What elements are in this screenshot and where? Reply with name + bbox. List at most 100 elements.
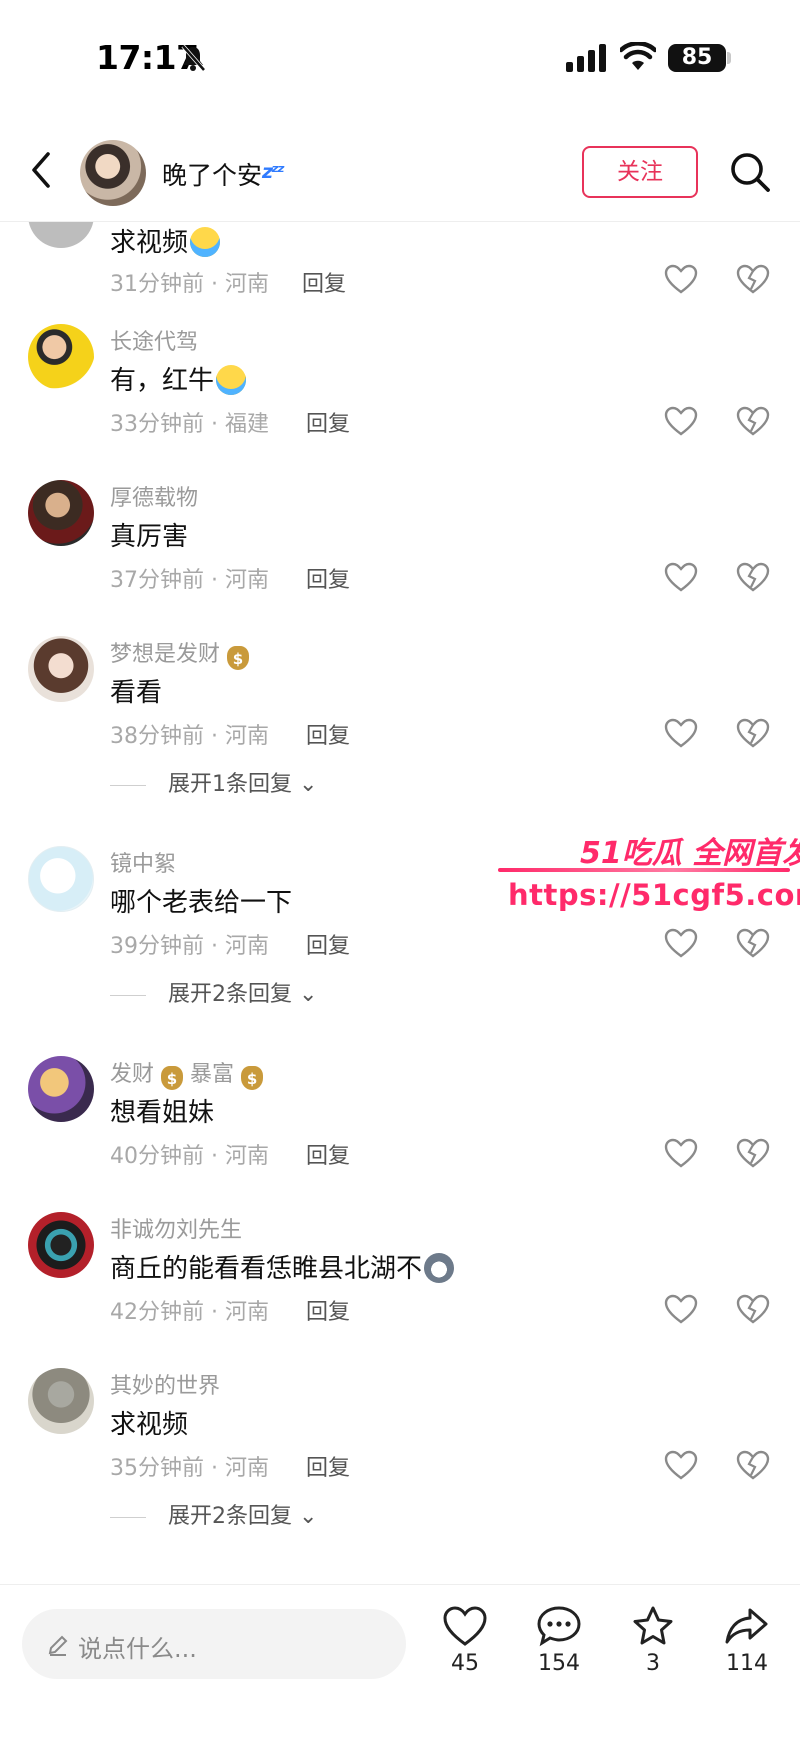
- commenter-name-part: 暴富: [190, 1062, 235, 1087]
- wifi-icon: [620, 42, 656, 70]
- comment-text[interactable]: 求视频: [110, 1404, 188, 1441]
- reply-button[interactable]: 回复: [306, 718, 350, 750]
- dislike-heart-icon[interactable]: [736, 264, 770, 294]
- commenter-name[interactable]: 发财 $ 暴富 $: [110, 1056, 264, 1090]
- reply-button[interactable]: 回复: [306, 1450, 350, 1482]
- reply-button[interactable]: 回复: [306, 1138, 350, 1170]
- comment-time-location: 42分钟前 · 河南: [110, 1300, 269, 1325]
- comment-time-location: 35分钟前 · 河南: [110, 1456, 269, 1481]
- comment-text[interactable]: 有，红牛: [110, 360, 247, 397]
- comment-bubble-icon: [537, 1606, 581, 1647]
- comment-time-location: 38分钟前 · 河南: [110, 724, 269, 749]
- heart-icon[interactable]: [664, 562, 698, 592]
- star-icon: [633, 1606, 673, 1645]
- reply-button[interactable]: 回复: [306, 562, 350, 594]
- heart-icon[interactable]: [664, 264, 698, 294]
- commenter-avatar[interactable]: [28, 846, 94, 912]
- comment-text-content: 有，红牛: [110, 366, 215, 396]
- comment-time-location: 33分钟前 · 福建: [110, 412, 269, 437]
- dislike-heart-icon[interactable]: [736, 1294, 770, 1324]
- laughing-emoji: [216, 365, 247, 395]
- watermark-url: https://51cgf5.com: [508, 878, 800, 912]
- share-button[interactable]: 114: [712, 1605, 782, 1695]
- reply-button[interactable]: 回复: [306, 928, 350, 960]
- expand-divider: [110, 994, 146, 996]
- reply-button[interactable]: 回复: [306, 1294, 350, 1326]
- commenter-name[interactable]: 梦想是发财 $: [110, 636, 250, 670]
- comment-time-location: 39分钟前 · 河南: [110, 934, 269, 959]
- like-button[interactable]: 45: [430, 1605, 500, 1695]
- commenter-name-part: 发财: [110, 1062, 155, 1087]
- dislike-heart-icon[interactable]: [736, 406, 770, 436]
- heart-icon[interactable]: [664, 1138, 698, 1168]
- watermark-underline: [498, 868, 790, 872]
- money-bag-icon: $: [161, 1066, 184, 1090]
- commenter-name[interactable]: 长途代驾: [110, 324, 198, 356]
- author-name[interactable]: 晚了个安zᶻᶻ: [162, 156, 285, 192]
- comment-text[interactable]: 哪个老表给一下: [110, 882, 292, 919]
- heart-icon[interactable]: [664, 1450, 698, 1480]
- author-avatar[interactable]: [80, 140, 146, 206]
- comment-text[interactable]: 商丘的能看看恁睢县北湖不: [110, 1248, 455, 1285]
- favorite-button[interactable]: 3: [618, 1605, 688, 1695]
- expand-replies-button[interactable]: 展开1条回复 ⌄: [110, 766, 317, 798]
- comment-text[interactable]: 求视频: [110, 222, 221, 259]
- commenter-name[interactable]: 厚德载物: [110, 480, 198, 512]
- heart-icon[interactable]: [664, 1294, 698, 1324]
- expand-label: 展开2条回复: [168, 982, 292, 1007]
- follow-button[interactable]: 关注: [582, 146, 698, 198]
- pen-icon: [48, 1635, 68, 1656]
- comment-text[interactable]: 看看: [110, 672, 162, 709]
- search-icon[interactable]: [728, 150, 772, 194]
- commenter-name[interactable]: 非诚勿刘先生: [110, 1212, 242, 1244]
- dislike-heart-icon[interactable]: [736, 1450, 770, 1480]
- comment-time-location: 37分钟前 · 河南: [110, 568, 269, 593]
- heart-icon[interactable]: [664, 718, 698, 748]
- crying-emoji: [190, 227, 221, 257]
- comment-text[interactable]: 想看姐妹: [110, 1092, 214, 1129]
- bottom-action-bar: 说点什么... 45 154 3 114: [0, 1584, 800, 1738]
- commenter-avatar[interactable]: [28, 1368, 94, 1434]
- dislike-heart-icon[interactable]: [736, 562, 770, 592]
- reply-button[interactable]: 回复: [302, 266, 346, 298]
- reply-button[interactable]: 回复: [306, 406, 350, 438]
- money-bag-icon: $: [241, 1066, 264, 1090]
- back-arrow-icon[interactable]: [26, 150, 56, 190]
- cellular-signal-icon: [566, 44, 606, 72]
- dislike-heart-icon[interactable]: [736, 1138, 770, 1168]
- commenter-avatar[interactable]: [28, 1212, 94, 1278]
- sleep-emoji: zᶻᶻ: [262, 161, 285, 183]
- commenter-avatar[interactable]: [28, 480, 94, 546]
- expand-replies-button[interactable]: 展开2条回复 ⌄: [110, 1498, 317, 1530]
- commenter-name-text: 梦想是发财: [110, 642, 221, 667]
- dislike-heart-icon[interactable]: [736, 928, 770, 958]
- commenter-name[interactable]: 镜中絮: [110, 846, 176, 878]
- comment-button[interactable]: 154: [524, 1605, 594, 1695]
- battery-level: 85: [668, 44, 726, 72]
- comment-input[interactable]: 说点什么...: [22, 1609, 406, 1679]
- comment-text-content: 商丘的能看看恁睢县北湖不: [110, 1254, 423, 1284]
- battery-tip: [727, 52, 731, 64]
- commenter-avatar[interactable]: [28, 1056, 94, 1122]
- expand-label: 展开1条回复: [168, 772, 292, 797]
- comment-time-location: 40分钟前 · 河南: [110, 1144, 269, 1169]
- expand-divider: [110, 784, 146, 786]
- watermark-title: 51吃瓜 全网首发: [580, 836, 800, 871]
- share-arrow-icon: [725, 1608, 768, 1644]
- watermark: 51吃瓜 全网首发 https://51cgf5.com: [498, 828, 800, 928]
- heart-icon[interactable]: [664, 406, 698, 436]
- comment-text[interactable]: 真厉害: [110, 516, 188, 553]
- commenter-avatar[interactable]: [28, 636, 94, 702]
- comment-input-placeholder: 说点什么...: [78, 1635, 197, 1663]
- comment-time-location: 31分钟前 · 河南: [110, 272, 269, 297]
- chevron-down-icon: ⌄: [299, 982, 318, 1007]
- commenter-avatar[interactable]: [28, 324, 94, 390]
- chevron-down-icon: ⌄: [299, 1504, 318, 1529]
- husky-emoji: [424, 1253, 455, 1283]
- dislike-heart-icon[interactable]: [736, 718, 770, 748]
- commenter-name[interactable]: 其妙的世界: [110, 1368, 220, 1400]
- commenter-avatar[interactable]: [28, 222, 94, 248]
- heart-icon[interactable]: [664, 928, 698, 958]
- expand-replies-button[interactable]: 展开2条回复 ⌄: [110, 976, 317, 1008]
- expand-divider: [110, 1516, 146, 1518]
